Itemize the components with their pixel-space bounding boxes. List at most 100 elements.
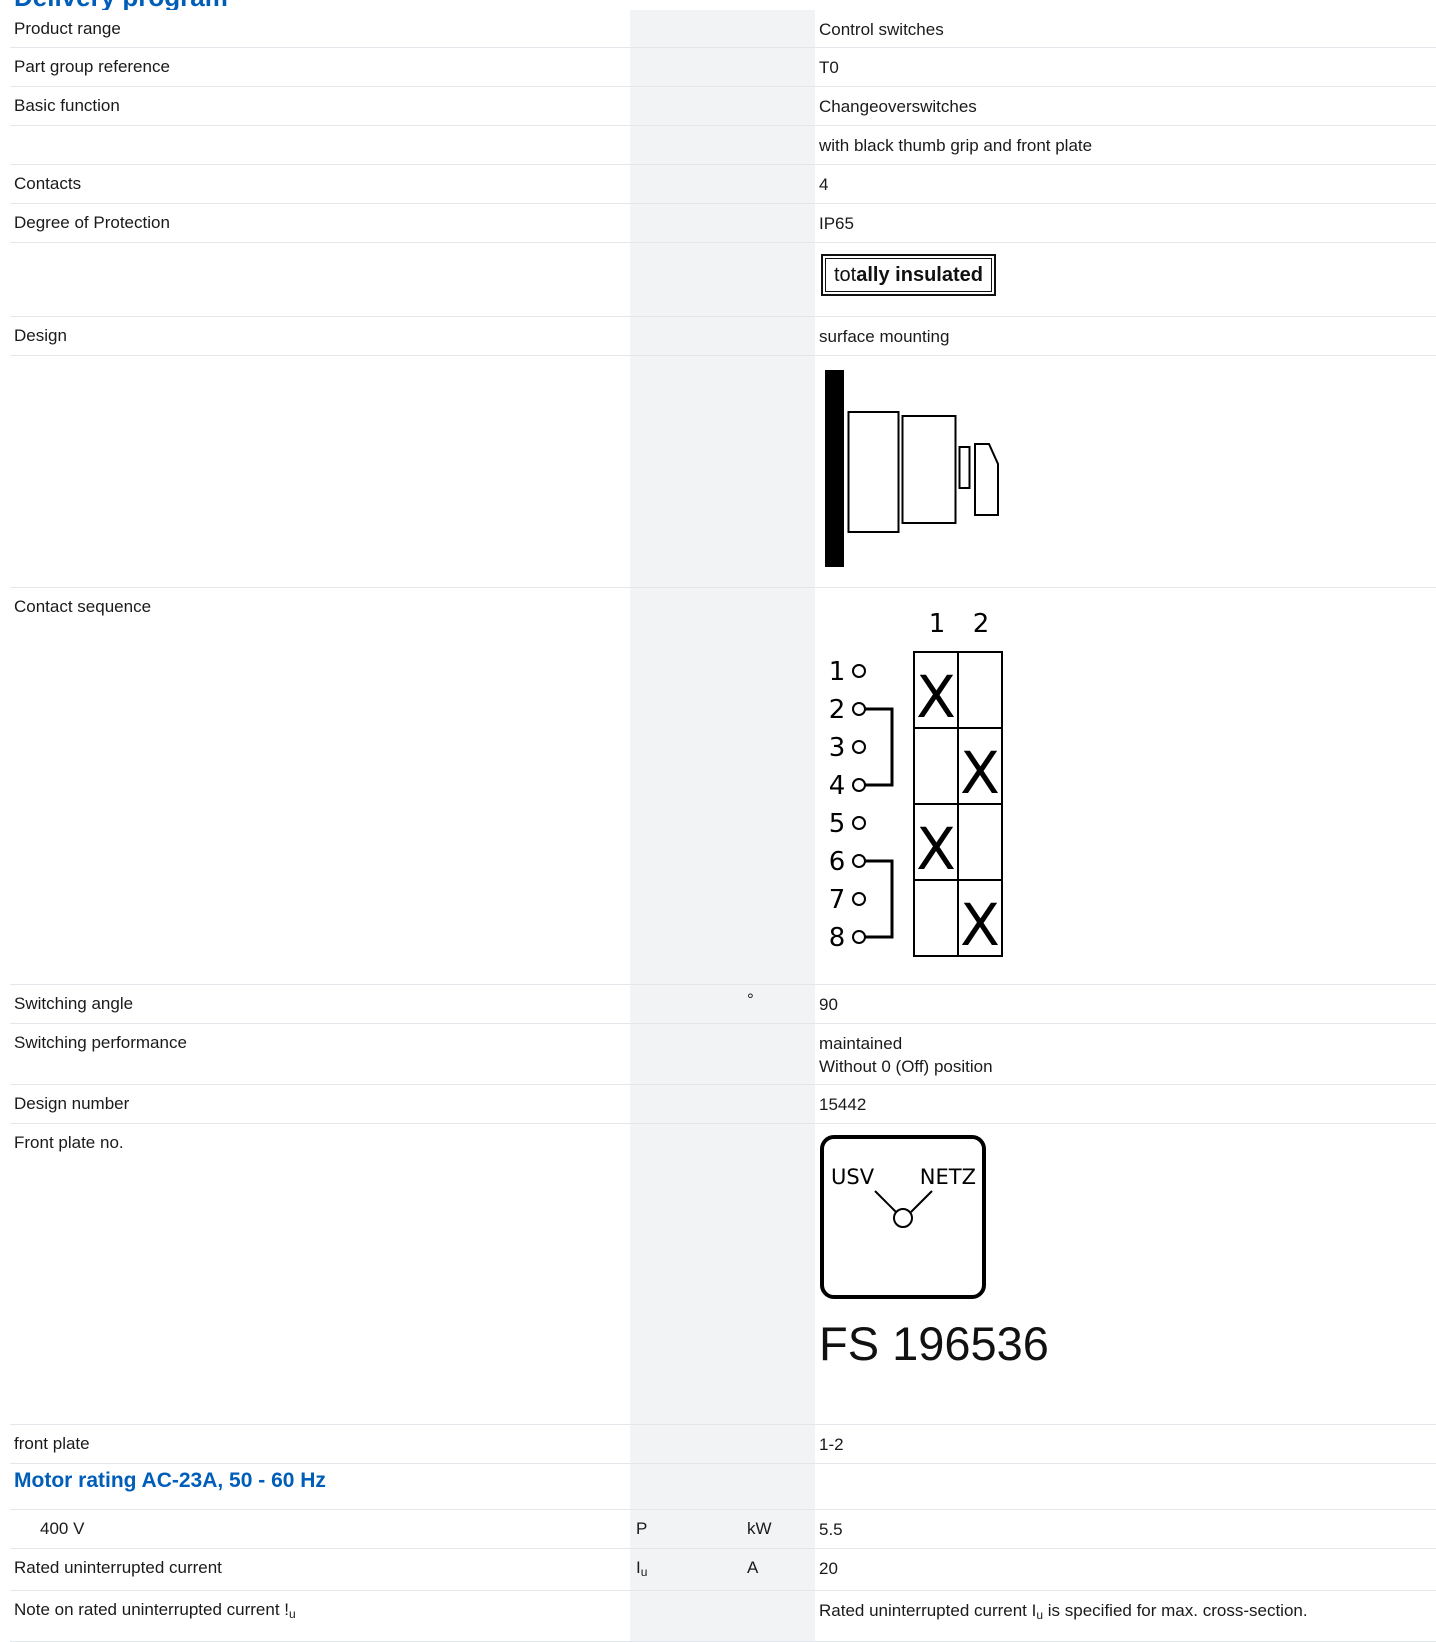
position-1-label: 1 xyxy=(929,609,946,639)
spec-table: Product range Control switches Part grou… xyxy=(10,10,1436,1642)
row-label: Front plate no. xyxy=(14,1133,124,1152)
front-plate-right-label: NETZ xyxy=(920,1165,976,1189)
terminal-circle xyxy=(852,930,866,944)
front-plate-outline xyxy=(820,1135,986,1299)
row-symbol xyxy=(630,165,745,203)
badge-text: totally insulated xyxy=(825,258,992,292)
value-line: maintained xyxy=(819,1034,903,1053)
row-value: 15442 xyxy=(819,1095,867,1114)
terminal-circle xyxy=(852,664,866,678)
row-symbol xyxy=(630,1425,745,1463)
row-value: Rated uninterrupted current Iu is specif… xyxy=(819,1601,1308,1622)
row-unit xyxy=(745,1024,815,1084)
row-value xyxy=(815,1464,1436,1509)
table-row: Part group reference T0 xyxy=(10,48,1436,87)
front-plate-code: FS 196536 xyxy=(819,1317,1049,1370)
table-row: Front plate no. USV NETZ FS 196536 xyxy=(10,1124,1436,1425)
bridge-6-8 xyxy=(865,859,894,939)
row-label: Switching angle xyxy=(14,994,134,1013)
knob-center xyxy=(893,1208,913,1228)
totally-insulated-badge: totally insulated xyxy=(821,254,996,296)
row-label: Note on rated uninterrupted current !u xyxy=(14,1600,296,1621)
terminal-circle xyxy=(852,854,866,868)
page-title: Delivery program xyxy=(14,0,228,10)
row-value: 20 xyxy=(819,1559,838,1578)
table-row: Switching performance maintained Without… xyxy=(10,1024,1436,1085)
row-label: Contacts xyxy=(14,174,82,193)
position-2-label: 2 xyxy=(973,609,990,639)
row-unit xyxy=(745,1591,815,1641)
terminal-circle xyxy=(852,740,866,754)
row-symbol xyxy=(630,1024,745,1084)
table-row: front plate 1-2 xyxy=(10,1425,1436,1464)
row-value: IP65 xyxy=(819,214,854,233)
table-row: Design surface mounting xyxy=(10,317,1436,356)
row-label: Product range xyxy=(14,19,121,38)
drawing-shaft xyxy=(958,446,971,489)
terminal-label: 3 xyxy=(829,733,846,763)
row-value: 90 xyxy=(819,995,838,1014)
table-row: Design number 15442 xyxy=(10,1085,1436,1124)
row-symbol xyxy=(630,1464,745,1509)
drawing-block-2 xyxy=(901,415,957,524)
row-label xyxy=(10,356,630,587)
row-unit: ° xyxy=(745,985,815,1023)
section-title: Motor rating AC-23A, 50 - 60 Hz xyxy=(14,1469,326,1492)
front-plate-left-label: USV xyxy=(831,1165,875,1189)
table-row: Note on rated uninterrupted current !u R… xyxy=(10,1591,1436,1642)
front-plate-drawing: USV NETZ xyxy=(820,1135,986,1299)
table-row: Rated uninterrupted current Iu A 20 xyxy=(10,1549,1436,1591)
row-value: 5.5 xyxy=(819,1520,843,1539)
pointer-right xyxy=(910,1190,933,1213)
drawing-block-1 xyxy=(847,411,900,533)
row-label: Rated uninterrupted current xyxy=(14,1558,222,1577)
row-unit xyxy=(745,356,815,587)
row-symbol xyxy=(630,317,745,355)
terminal-circle xyxy=(852,702,866,716)
row-symbol xyxy=(630,87,745,125)
row-label: Design xyxy=(14,326,67,345)
row-label xyxy=(10,243,630,316)
row-label: Basic function xyxy=(14,96,120,115)
row-symbol xyxy=(630,1124,745,1424)
row-symbol xyxy=(630,126,745,164)
row-unit xyxy=(745,317,815,355)
table-row: Switching angle ° 90 xyxy=(10,985,1436,1024)
row-label: 400 V xyxy=(40,1519,85,1538)
row-label xyxy=(10,126,630,164)
row-unit xyxy=(745,588,815,984)
row-label: front plate xyxy=(14,1434,90,1453)
row-value: USV NETZ FS 196536 xyxy=(815,1124,1436,1424)
row-unit xyxy=(745,48,815,86)
table-row: with black thumb grip and front plate xyxy=(10,126,1436,165)
pointer-left xyxy=(874,1190,897,1213)
row-symbol xyxy=(630,48,745,86)
value-line: Without 0 (Off) position xyxy=(819,1057,993,1076)
row-label: Degree of Protection xyxy=(14,213,170,232)
row-value: T0 xyxy=(819,58,839,77)
terminal-label: 6 xyxy=(829,847,846,877)
drawing-knob xyxy=(974,443,999,516)
row-value: totally insulated xyxy=(815,243,1436,316)
contact-cross: X xyxy=(916,815,956,883)
row-symbol: P xyxy=(630,1510,745,1548)
terminal-circle xyxy=(852,816,866,830)
row-symbol xyxy=(630,204,745,242)
row-unit xyxy=(745,243,815,316)
terminal-label: 1 xyxy=(829,657,846,687)
top-bar: Delivery program xyxy=(0,0,1436,10)
table-row: Degree of Protection IP65 xyxy=(10,204,1436,243)
row-value: maintained Without 0 (Off) position xyxy=(815,1024,1436,1084)
terminal-circle xyxy=(852,778,866,792)
table-row: Contacts 4 xyxy=(10,165,1436,204)
row-unit: kW xyxy=(745,1510,815,1548)
row-label: Switching performance xyxy=(14,1033,187,1052)
row-unit: A xyxy=(745,1549,815,1590)
table-row: totally insulated xyxy=(10,243,1436,317)
row-unit xyxy=(745,126,815,164)
terminal-label: 5 xyxy=(829,809,846,839)
row-symbol xyxy=(630,588,745,984)
terminal-circle xyxy=(852,892,866,906)
row-symbol xyxy=(630,985,745,1023)
row-symbol xyxy=(630,1591,745,1641)
